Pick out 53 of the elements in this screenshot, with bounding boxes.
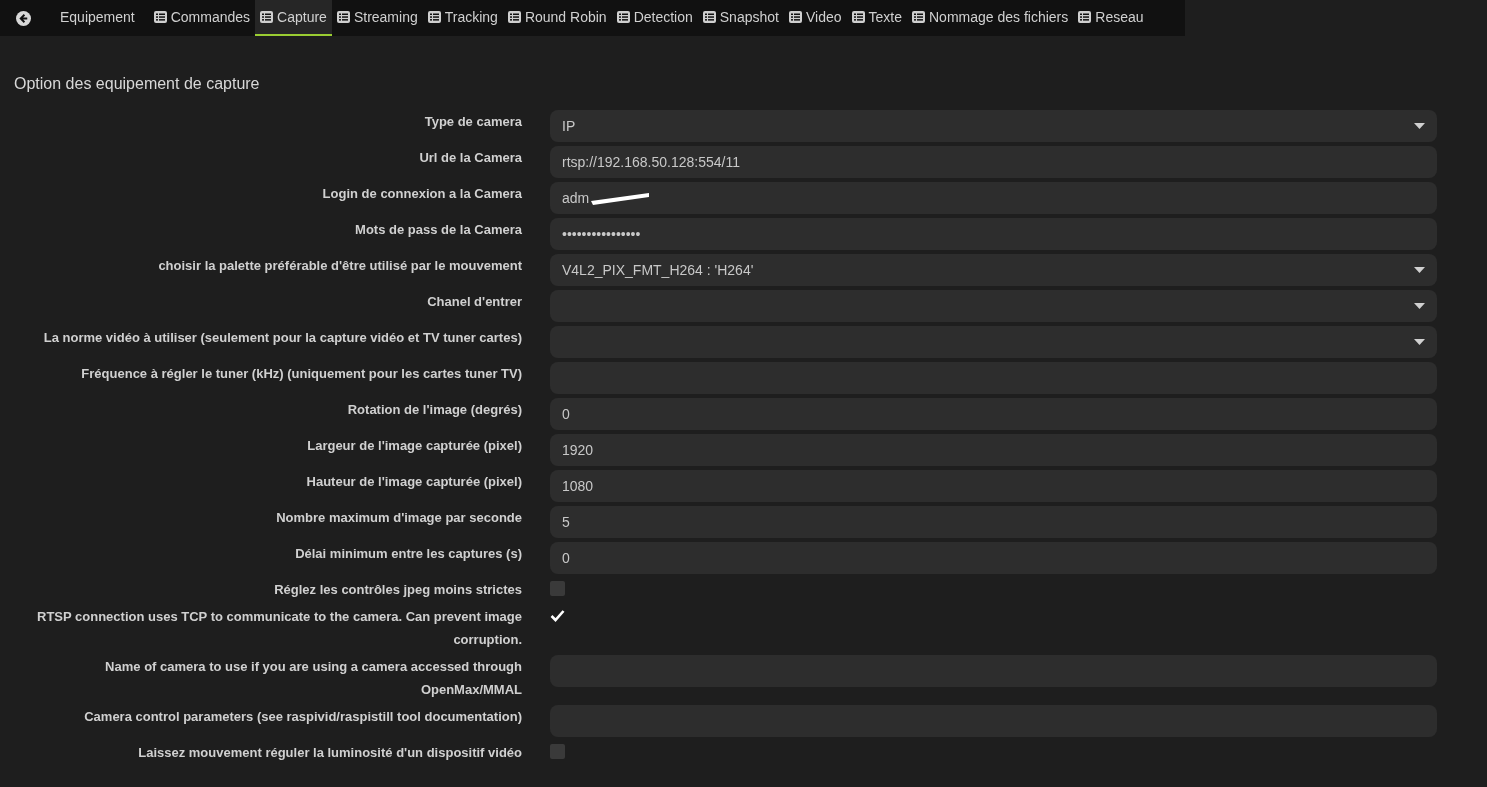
field-label: Fréquence à régler le tuner (kHz) (uniquement pour les cartes tuner TV)	[80, 365, 522, 383]
field-label: Hauteur de l'image capturée (pixel)	[305, 473, 522, 491]
input-field[interactable]: 0	[550, 542, 1437, 574]
tab[interactable]: Texte	[846, 0, 907, 36]
password-field[interactable]: ••••••••••••••••	[550, 218, 1437, 250]
input-field[interactable]: 5	[550, 506, 1437, 538]
input-field[interactable]: adm	[550, 182, 1437, 214]
input-field[interactable]: rtsp://192.168.50.128:554/11	[550, 146, 1437, 178]
tab[interactable]: Tracking	[422, 0, 503, 36]
dropdown-value: V4L2_PIX_FMT_H264 : 'H264'	[562, 260, 754, 280]
dropdown[interactable]: IP	[550, 110, 1437, 142]
tab[interactable]: Equipement	[46, 0, 149, 36]
caret-icon	[1414, 123, 1425, 129]
caret-icon	[1414, 303, 1425, 309]
input-field[interactable]: 1920	[550, 434, 1437, 466]
dropdown[interactable]	[550, 290, 1437, 322]
caret-icon	[1414, 339, 1425, 345]
tab[interactable]: Reseau	[1073, 0, 1149, 36]
tab[interactable]: Snapshot	[697, 0, 784, 36]
caret-icon	[1414, 267, 1425, 273]
tab[interactable]: Nommage des fichiers	[907, 0, 1074, 36]
field-label: Chanel d'entrer	[426, 293, 522, 311]
field-label: Login de connexion a la Camera	[321, 185, 522, 203]
field-label: RTSP connection uses TCP to communicate to the camera. Can prevent image corruption.	[36, 608, 522, 649]
field-label: Name of camera to use if you are using a camera accessed through OpenMax/MMAL	[104, 658, 522, 699]
field-label: La norme vidéo à utiliser (seulement pour la capture vidéo et TV tuner cartes)	[42, 329, 522, 347]
tab[interactable]: Streaming	[331, 0, 423, 36]
field-label: Url de la Camera	[418, 149, 522, 167]
field-label: Rotation de l'image (degrés)	[346, 401, 522, 419]
check-icon[interactable]	[550, 609, 565, 622]
field-label: choisir la palette préférable d'être utilisé par le mouvement	[157, 257, 522, 275]
input-field[interactable]: 0	[550, 398, 1437, 430]
dropdown-value: IP	[562, 116, 576, 136]
field-label: Mots de pass de la Camera	[354, 221, 522, 239]
field-label: Laissez mouvement réguler la luminosité d'un dispositif vidéo	[137, 744, 522, 762]
tab[interactable]: Commandes	[148, 0, 256, 36]
section-title: Option des equipement de capture	[14, 74, 261, 94]
tab[interactable]: Capture	[255, 0, 332, 36]
input-field[interactable]: 1080	[550, 470, 1437, 502]
tab[interactable]: Round Robin	[502, 0, 612, 36]
field-label: Camera control parameters (see raspivid/raspistill tool documentation)	[83, 708, 522, 726]
checkbox[interactable]	[550, 744, 565, 759]
field-label: Largeur de l'image capturée (pixel)	[306, 437, 522, 455]
tab[interactable]: Video	[783, 0, 847, 36]
field-label: Délai minimum entre les captures (s)	[294, 545, 522, 563]
back-icon[interactable]	[15, 10, 31, 26]
tab[interactable]: Detection	[611, 0, 698, 36]
dropdown[interactable]	[550, 326, 1437, 358]
field-label: Réglez les contrôles jpeg moins strictes	[273, 581, 522, 599]
checkbox[interactable]	[550, 581, 565, 596]
field-label: Nombre maximum d'image par seconde	[275, 509, 522, 527]
dropdown[interactable]: V4L2_PIX_FMT_H264 : 'H264'	[550, 254, 1437, 286]
field-label: Type de camera	[423, 113, 522, 131]
